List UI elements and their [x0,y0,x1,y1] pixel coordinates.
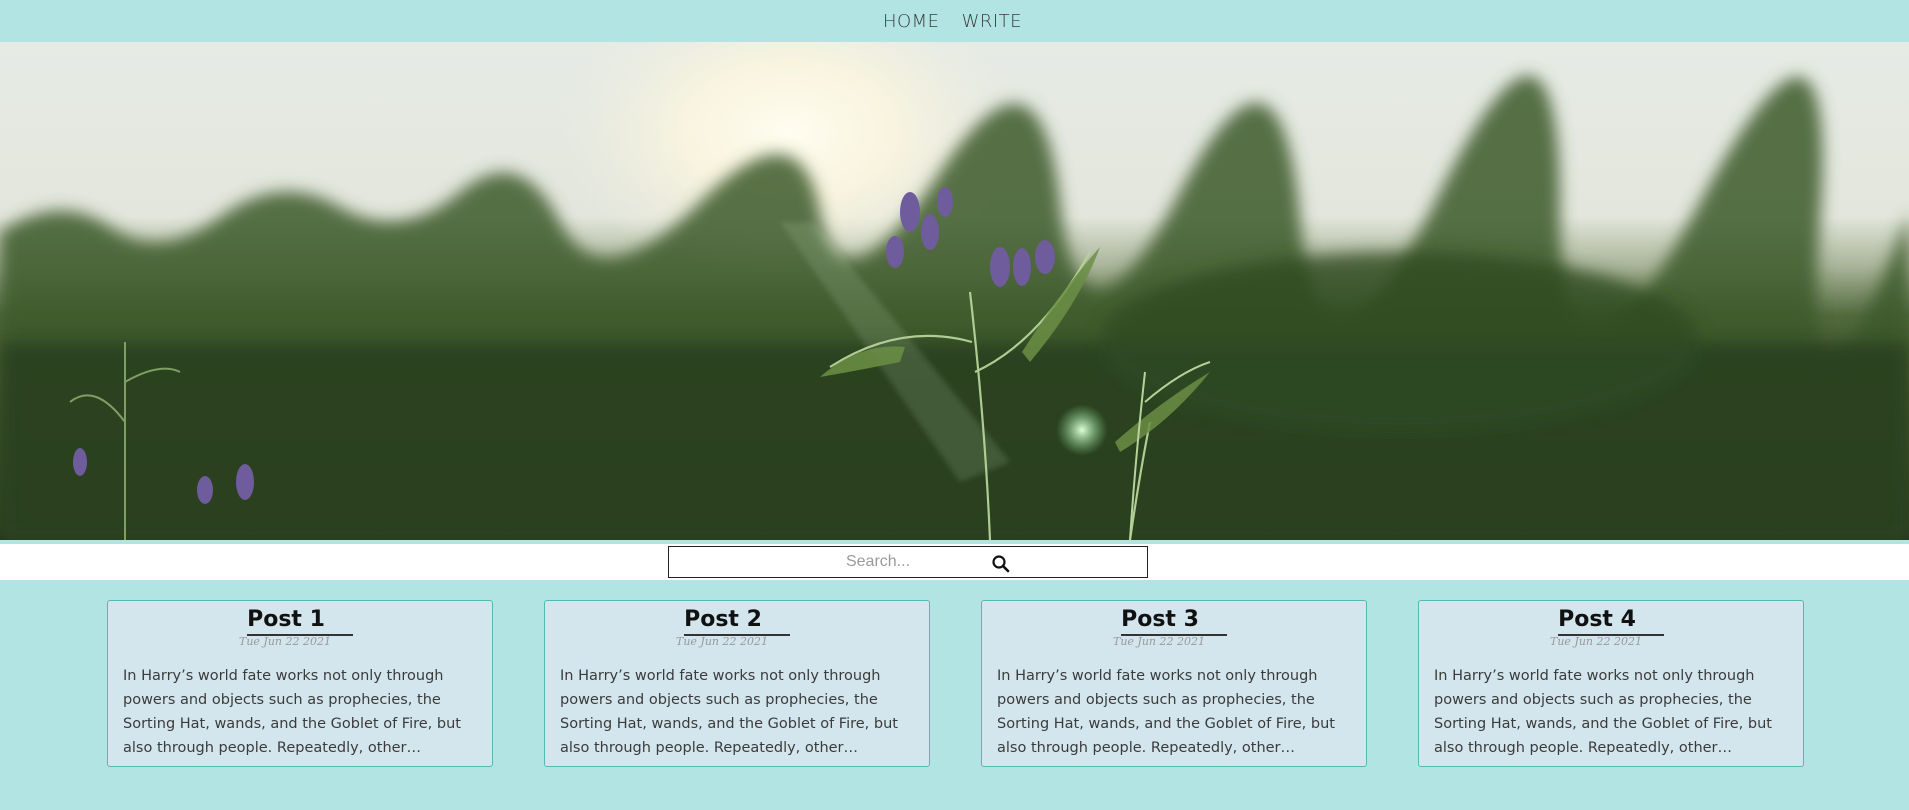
post-date: Tue Jun 22 2021 [239,635,331,648]
nav-home-link[interactable]: HOME [883,11,940,32]
post-title[interactable]: Post 1 [247,606,353,636]
post-date: Tue Jun 22 2021 [1550,635,1642,648]
post-title[interactable]: Post 2 [684,606,790,636]
search-icon[interactable] [991,554,1011,574]
post-title[interactable]: Post 3 [1121,606,1227,636]
post-excerpt: In Harry’s world fate works not only thr… [123,668,461,756]
nav-write-link[interactable]: WRITE [962,11,1022,32]
post-date: Tue Jun 22 2021 [676,635,768,648]
search-box [668,546,1148,578]
post-card[interactable]: Post 4 Tue Jun 22 2021 In Harry’s world … [1418,600,1804,767]
post-excerpt: In Harry’s world fate works not only thr… [997,668,1335,756]
post-excerpt: In Harry’s world fate works not only thr… [560,668,898,756]
search-input[interactable] [669,547,1147,577]
post-card[interactable]: Post 3 Tue Jun 22 2021 In Harry’s world … [981,600,1367,767]
top-menu: HOME WRITE [883,11,1022,32]
hero-image [0,42,1909,540]
post-date: Tue Jun 22 2021 [1113,635,1205,648]
post-excerpt: In Harry’s world fate works not only thr… [1434,668,1772,756]
post-card[interactable]: Post 2 Tue Jun 22 2021 In Harry’s world … [544,600,930,767]
top-nav-bar: HOME WRITE [0,0,1909,42]
post-title[interactable]: Post 4 [1558,606,1664,636]
post-card[interactable]: Post 1 Tue Jun 22 2021 In Harry’s world … [107,600,493,767]
